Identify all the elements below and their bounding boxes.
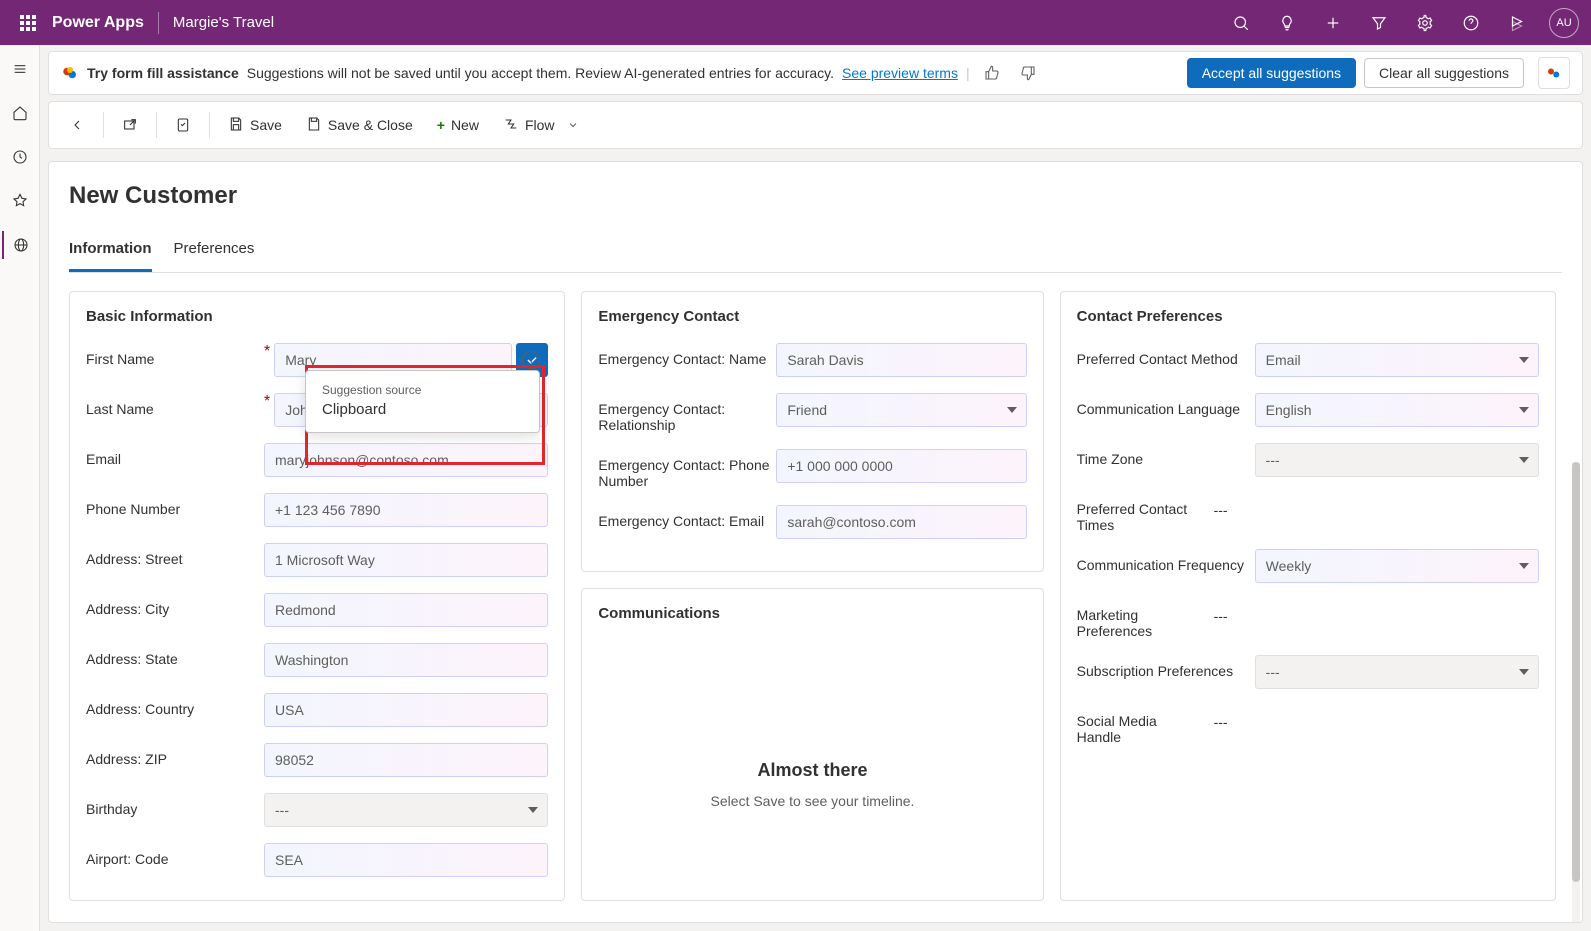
clear-all-button[interactable]: Clear all suggestions <box>1364 58 1524 88</box>
flow-button[interactable]: Flow <box>493 105 589 145</box>
ec-name-input[interactable] <box>776 343 1026 377</box>
pref-tz-label: Time Zone <box>1077 443 1255 467</box>
ec-phone-input[interactable] <box>776 449 1026 483</box>
home-icon[interactable] <box>2 99 38 127</box>
open-new-window-icon[interactable] <box>112 105 148 145</box>
avatar[interactable]: AU <box>1549 8 1579 38</box>
left-rail <box>0 45 40 931</box>
form-container: New Customer Information Preferences Bas… <box>48 161 1583 923</box>
prefs-title: Contact Preferences <box>1077 308 1539 325</box>
city-label: Address: City <box>86 593 264 617</box>
communications-heading: Almost there <box>598 760 1026 781</box>
zip-label: Address: ZIP <box>86 743 264 767</box>
task-icon[interactable] <box>165 105 201 145</box>
emergency-title: Emergency Contact <box>598 308 1026 325</box>
city-input[interactable] <box>264 593 548 627</box>
emergency-panel: Emergency Contact Emergency Contact: Nam… <box>581 291 1043 572</box>
communications-sub: Select Save to see your timeline. <box>598 793 1026 809</box>
pref-method-label: Preferred Contact Method <box>1077 343 1255 367</box>
pref-times-label: Preferred Contact Times <box>1077 493 1204 533</box>
ec-name-label: Emergency Contact: Name <box>598 343 776 367</box>
thumbs-up-icon[interactable] <box>978 59 1006 87</box>
communications-panel: Communications Almost there Select Save … <box>581 588 1043 901</box>
tab-list: Information Preferences <box>69 234 1562 273</box>
suggestion-source-tooltip: Suggestion source Clipboard <box>305 370 540 433</box>
zip-input[interactable] <box>264 743 548 777</box>
app-name: Margie's Travel <box>173 14 274 31</box>
suggestion-bar: Try form fill assistance Suggestions wil… <box>48 51 1583 95</box>
email-input[interactable] <box>264 443 548 477</box>
lightbulb-icon[interactable] <box>1267 0 1307 45</box>
globe-icon[interactable] <box>2 231 38 259</box>
filter-icon[interactable] <box>1359 0 1399 45</box>
brand-label: Power Apps <box>52 14 144 32</box>
accept-all-button[interactable]: Accept all suggestions <box>1187 58 1356 88</box>
thumbs-down-icon[interactable] <box>1014 59 1042 87</box>
tooltip-label: Suggestion source <box>322 383 523 397</box>
page-title: New Customer <box>69 182 1562 210</box>
plus-icon[interactable] <box>1313 0 1353 45</box>
pref-lang-select[interactable] <box>1255 393 1539 427</box>
first-name-label: First Name <box>86 351 154 367</box>
email-label: Email <box>86 443 264 467</box>
street-input[interactable] <box>264 543 548 577</box>
pref-freq-select[interactable] <box>1255 549 1539 583</box>
search-icon[interactable] <box>1221 0 1261 45</box>
street-label: Address: Street <box>86 543 264 567</box>
save-button[interactable]: Save <box>218 105 292 145</box>
ec-rel-select[interactable] <box>776 393 1026 427</box>
last-name-label: Last Name <box>86 401 154 417</box>
phone-input[interactable] <box>264 493 548 527</box>
ec-email-label: Emergency Contact: Email <box>598 505 776 529</box>
back-button[interactable] <box>59 105 95 145</box>
birthday-label: Birthday <box>86 793 264 817</box>
gear-icon[interactable] <box>1405 0 1445 45</box>
phone-label: Phone Number <box>86 493 264 517</box>
pref-marketing-label: Marketing Preferences <box>1077 599 1204 639</box>
pref-subs-label: Subscription Preferences <box>1077 655 1255 679</box>
state-label: Address: State <box>86 643 264 667</box>
ec-rel-label: Emergency Contact: Relationship <box>598 393 776 433</box>
recent-icon[interactable] <box>2 143 38 171</box>
scrollbar[interactable] <box>1572 462 1580 923</box>
pref-subs-select[interactable] <box>1255 655 1539 689</box>
airport-label: Airport: Code <box>86 843 264 867</box>
copilot-panel-toggle[interactable] <box>1538 57 1570 89</box>
copilot-icon <box>61 64 79 82</box>
hamburger-icon[interactable] <box>2 55 38 83</box>
app-launcher-icon[interactable] <box>8 0 48 45</box>
suggestion-title: Try form fill assistance <box>87 65 239 81</box>
country-label: Address: Country <box>86 693 264 717</box>
command-bar: Save Save & Close +New Flow <box>48 101 1583 149</box>
country-input[interactable] <box>264 693 548 727</box>
pref-social-label: Social Media Handle <box>1077 705 1204 745</box>
pref-marketing-value: --- <box>1204 599 1539 633</box>
ec-phone-label: Emergency Contact: Phone Number <box>598 449 776 489</box>
top-bar: Power Apps Margie's Travel AU <box>0 0 1591 45</box>
save-close-button[interactable]: Save & Close <box>296 105 423 145</box>
pref-tz-select[interactable] <box>1255 443 1539 477</box>
ec-email-input[interactable] <box>776 505 1026 539</box>
prefs-panel: Contact Preferences Preferred Contact Me… <box>1060 291 1556 901</box>
communications-title: Communications <box>598 605 1026 622</box>
pin-icon[interactable] <box>2 187 38 215</box>
pref-times-value: --- <box>1204 493 1539 527</box>
pref-social-value: --- <box>1204 705 1539 739</box>
pref-method-select[interactable] <box>1255 343 1539 377</box>
preview-terms-link[interactable]: See preview terms <box>842 65 958 81</box>
birthday-input[interactable] <box>264 793 548 827</box>
dynamics-icon[interactable] <box>1497 0 1537 45</box>
airport-input[interactable] <box>264 843 548 877</box>
new-button[interactable]: +New <box>427 105 489 145</box>
pref-freq-label: Communication Frequency <box>1077 549 1255 573</box>
help-icon[interactable] <box>1451 0 1491 45</box>
divider <box>158 12 159 34</box>
basic-info-title: Basic Information <box>86 308 548 325</box>
pref-lang-label: Communication Language <box>1077 393 1255 417</box>
tab-information[interactable]: Information <box>69 234 152 272</box>
tab-preferences[interactable]: Preferences <box>174 234 255 272</box>
suggestion-text: Suggestions will not be saved until you … <box>247 65 834 81</box>
state-input[interactable] <box>264 643 548 677</box>
tooltip-value: Clipboard <box>322 401 523 418</box>
